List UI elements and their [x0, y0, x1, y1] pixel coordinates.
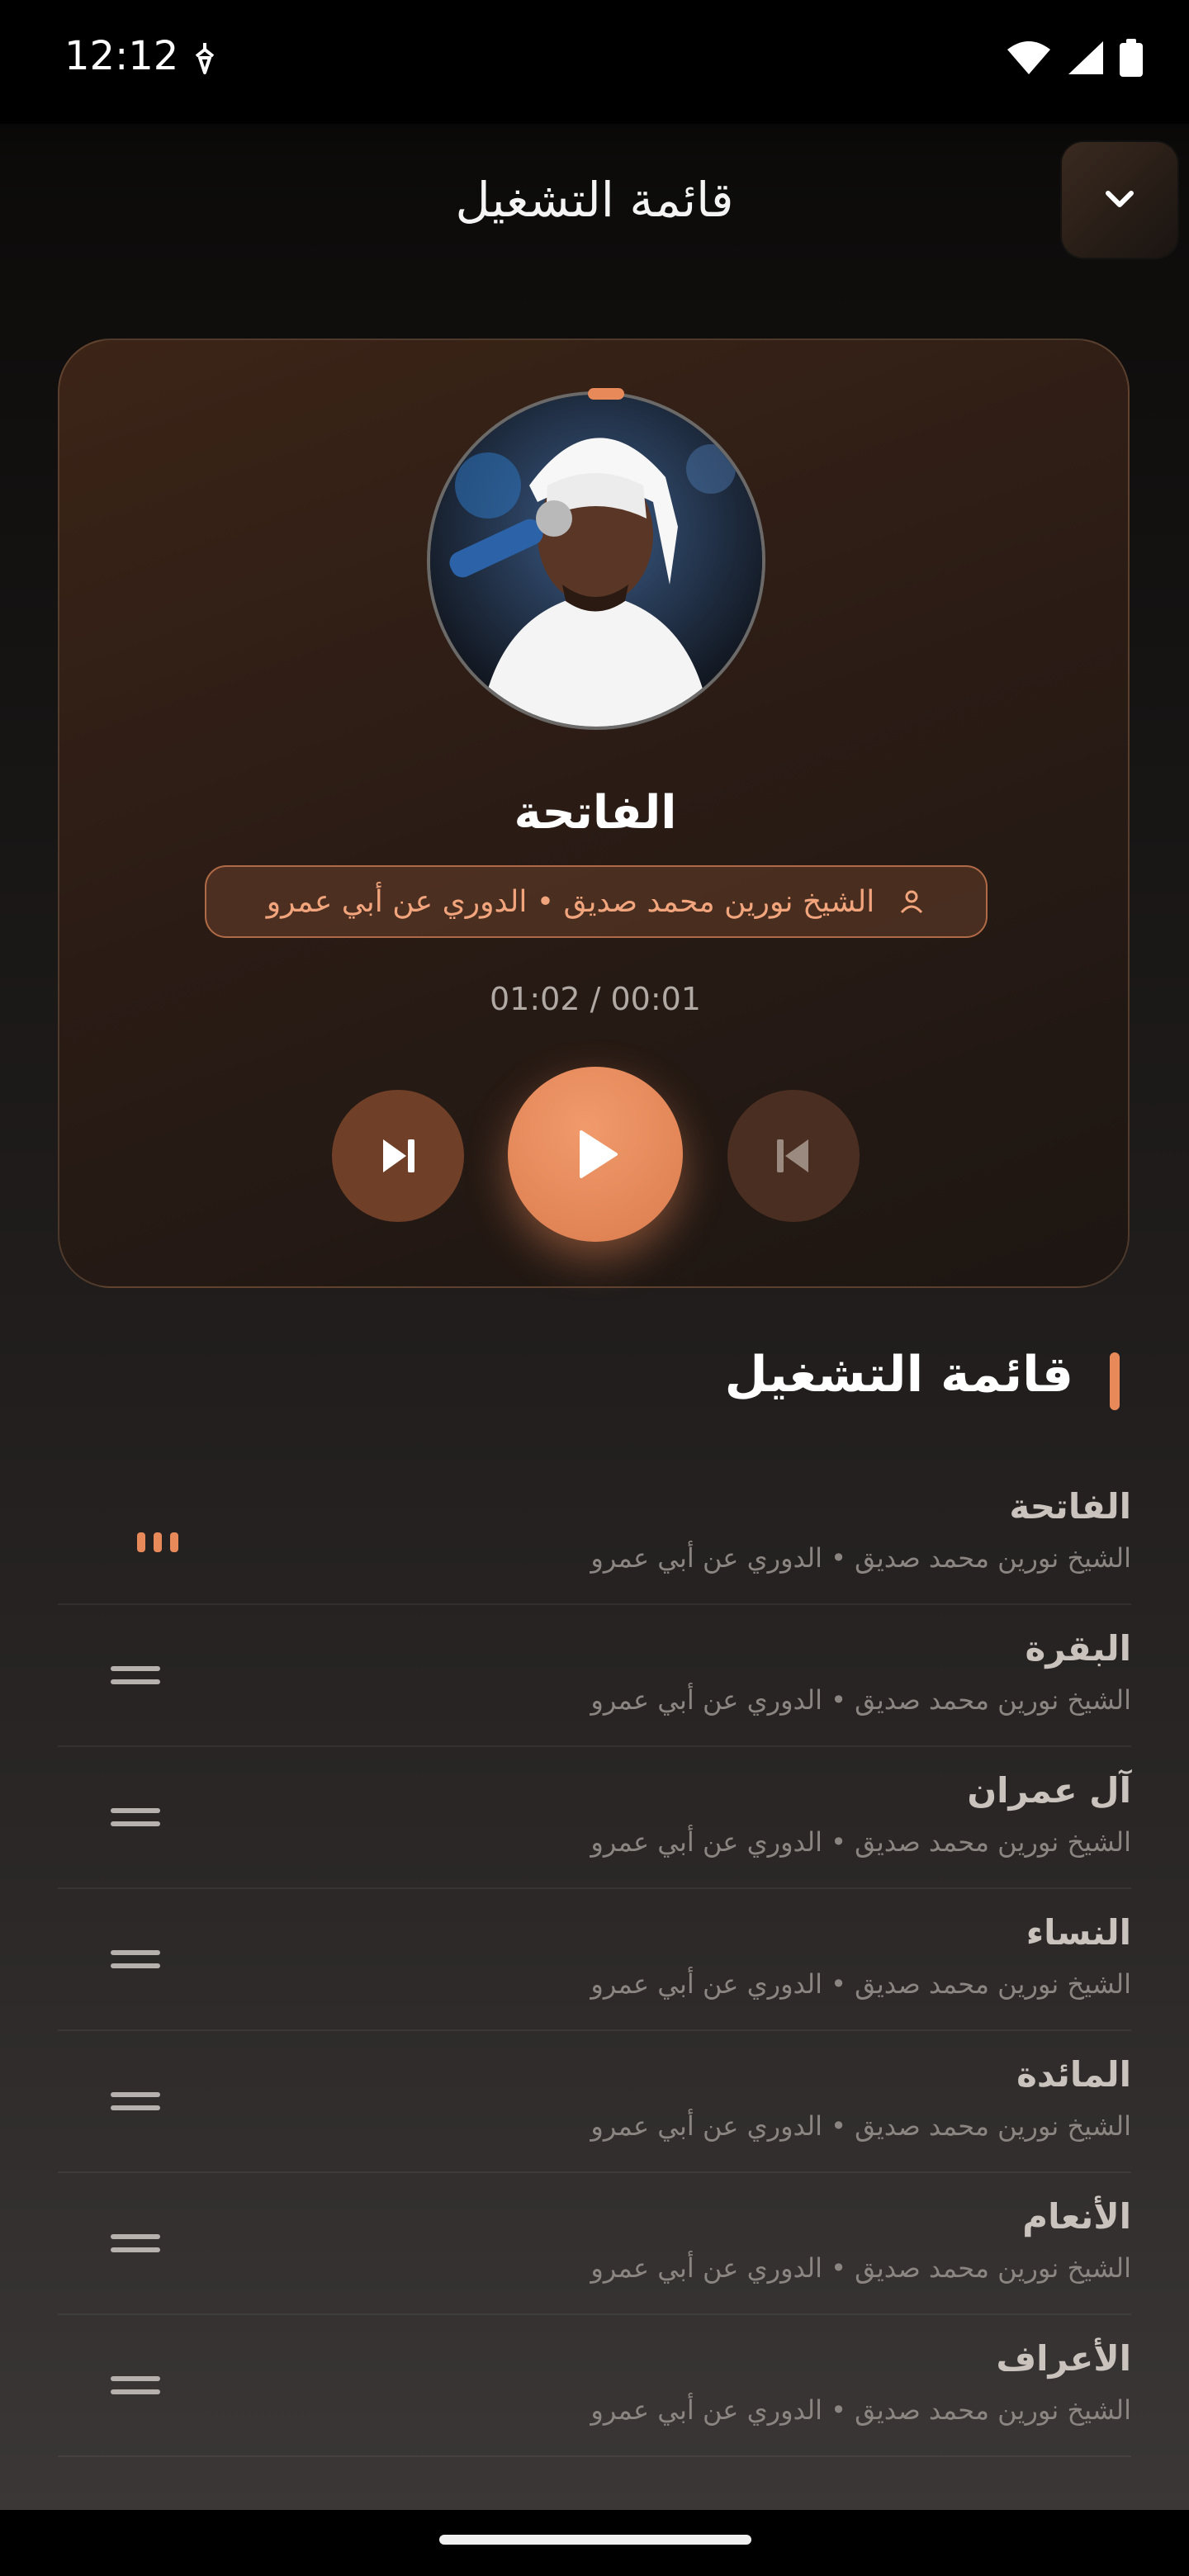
signal-icon — [1068, 41, 1103, 74]
playlist-item-subtitle: الشيخ نورين محمد صديق • الدوري عن أبي عم… — [590, 2110, 1131, 2142]
playlist-section-title: قائمة التشغيل — [724, 1346, 1073, 1404]
drag-handle-icon[interactable] — [111, 2371, 160, 2401]
reciter-badge[interactable]: الشيخ نورين محمد صديق • الدوري عن أبي عم… — [205, 865, 988, 938]
drag-handle-icon[interactable] — [111, 1661, 160, 1691]
playlist-item[interactable]: آل عمران الشيخ نورين محمد صديق • الدوري … — [58, 1747, 1131, 1889]
notification-icon — [195, 43, 215, 74]
status-bar: 12:12 — [0, 0, 1189, 124]
playlist-item-title: الأنعام — [1022, 2196, 1131, 2237]
track-title: الفاتحة — [514, 786, 677, 840]
collapse-button[interactable] — [1062, 142, 1177, 258]
skip-previous-icon — [777, 1139, 808, 1172]
skip-previous-button[interactable] — [727, 1090, 860, 1222]
playlist-item[interactable]: الأعراف الشيخ نورين محمد صديق • الدوري ع… — [58, 2315, 1131, 2457]
status-time: 12:12 — [64, 33, 179, 79]
playlist-item-subtitle: الشيخ نورين محمد صديق • الدوري عن أبي عم… — [590, 2394, 1131, 2426]
playlist-item[interactable]: الأنعام الشيخ نورين محمد صديق • الدوري ع… — [58, 2173, 1131, 2315]
playlist-item-subtitle: الشيخ نورين محمد صديق • الدوري عن أبي عم… — [590, 1968, 1131, 2000]
play-button[interactable] — [508, 1067, 683, 1242]
playlist-item-subtitle: الشيخ نورين محمد صديق • الدوري عن أبي عم… — [590, 1542, 1131, 1574]
playlist-item[interactable]: البقرة الشيخ نورين محمد صديق • الدوري عن… — [58, 1605, 1131, 1747]
progress-indicator[interactable] — [588, 388, 624, 400]
drag-handle-icon[interactable] — [111, 2087, 160, 2117]
playlist-item-subtitle: الشيخ نورين محمد صديق • الدوري عن أبي عم… — [590, 2252, 1131, 2284]
status-icons — [1006, 36, 1143, 79]
reciter-text: الشيخ نورين محمد صديق • الدوري عن أبي عم… — [266, 884, 875, 919]
playlist: الفاتحة الشيخ نورين محمد صديق • الدوري ع… — [58, 1463, 1131, 2457]
header: قائمة التشغيل — [0, 124, 1189, 289]
playlist-item-title: البقرة — [1025, 1628, 1131, 1669]
playlist-item-subtitle: الشيخ نورين محمد صديق • الدوري عن أبي عم… — [590, 1826, 1131, 1858]
section-accent-bar — [1110, 1352, 1120, 1410]
player-card: الفاتحة الشيخ نورين محمد صديق • الدوري ع… — [58, 339, 1130, 1288]
chevron-down-icon — [1106, 191, 1134, 207]
playlist-item-title: المائدة — [1016, 2054, 1131, 2095]
now-playing-icon — [137, 1532, 183, 1556]
drag-handle-icon[interactable] — [111, 2229, 160, 2259]
playlist-item[interactable]: المائدة الشيخ نورين محمد صديق • الدوري ع… — [58, 2031, 1131, 2173]
playlist-item-title: الأعراف — [996, 2338, 1131, 2379]
reciter-cover-art — [427, 391, 765, 730]
playlist-item-subtitle: الشيخ نورين محمد صديق • الدوري عن أبي عم… — [590, 1684, 1131, 1716]
page-title: قائمة التشغيل — [455, 172, 734, 228]
playlist-item-title: آل عمران — [967, 1770, 1131, 1811]
skip-next-button[interactable] — [332, 1090, 464, 1222]
playlist-item-title: النساء — [1026, 1912, 1131, 1953]
drag-handle-icon[interactable] — [111, 1803, 160, 1833]
wifi-icon — [1007, 41, 1050, 74]
system-navigation-bar — [0, 2510, 1189, 2576]
person-icon — [901, 890, 923, 914]
battery-icon — [1120, 39, 1143, 77]
play-icon — [580, 1130, 618, 1178]
home-gesture-handle[interactable] — [439, 2535, 751, 2545]
playlist-item[interactable]: النساء الشيخ نورين محمد صديق • الدوري عن… — [58, 1889, 1131, 2031]
playlist-item[interactable]: الفاتحة الشيخ نورين محمد صديق • الدوري ع… — [58, 1463, 1131, 1605]
playlist-item-title: الفاتحة — [1009, 1486, 1131, 1527]
drag-handle-icon[interactable] — [111, 1945, 160, 1975]
skip-next-icon — [383, 1139, 414, 1172]
playback-time: 01:02 / 00:01 — [490, 981, 701, 1017]
